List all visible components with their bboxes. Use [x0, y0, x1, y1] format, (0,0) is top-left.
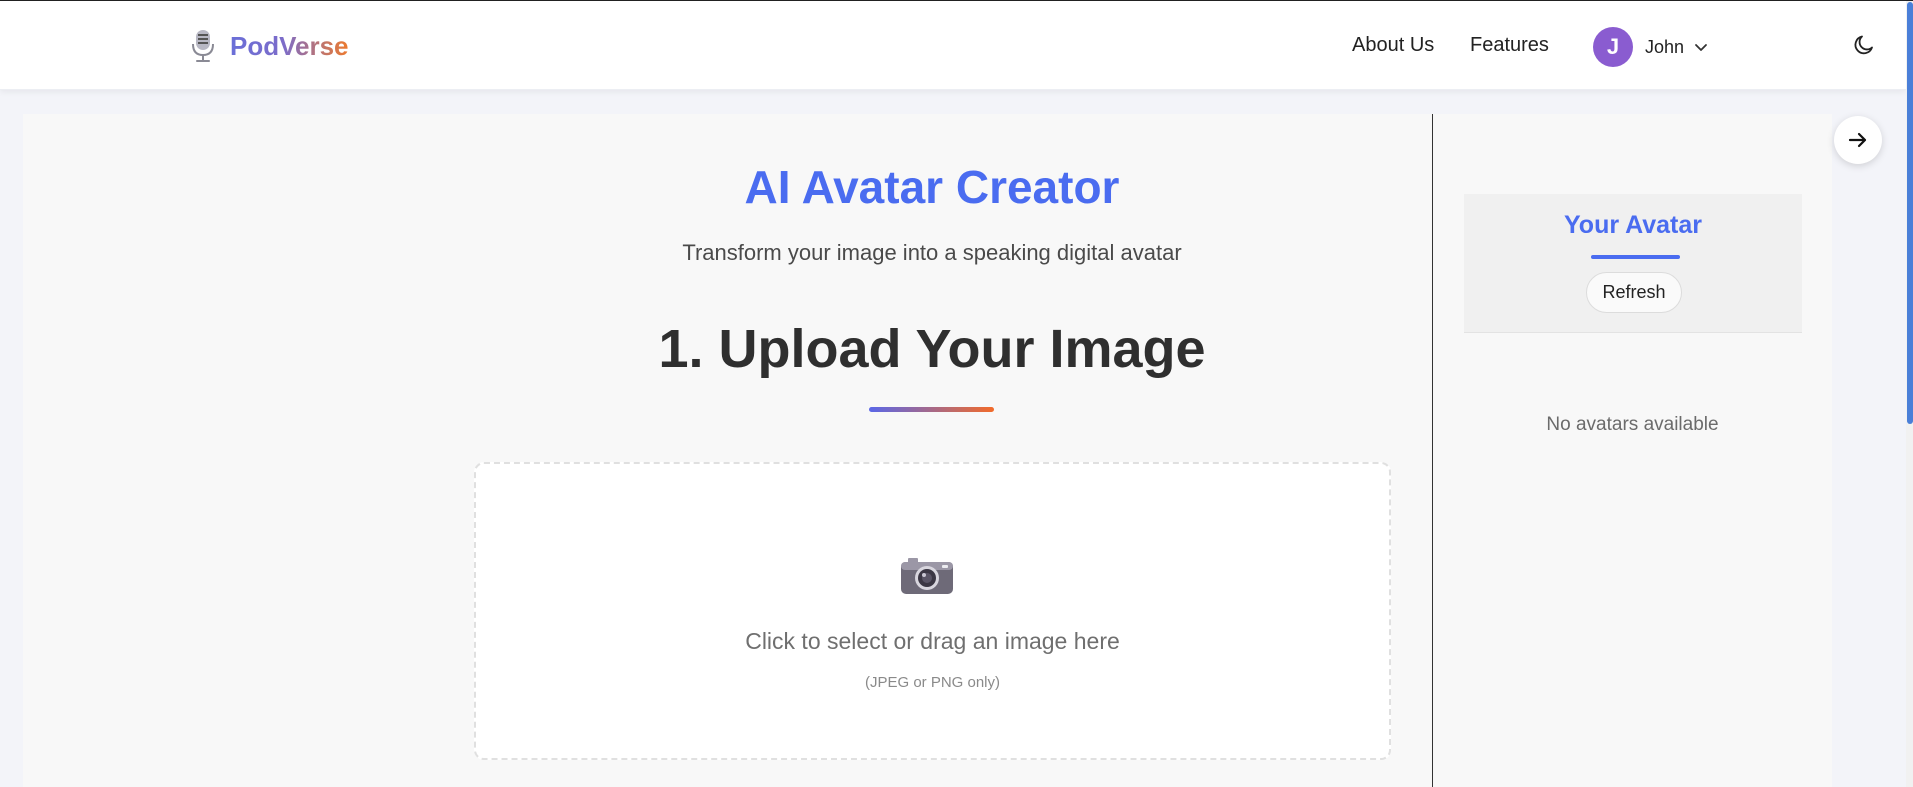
user-menu[interactable]: J John	[1593, 27, 1708, 67]
step-title: 1. Upload Your Image	[658, 319, 1206, 379]
sidebar-header-card: Your Avatar Refresh	[1464, 194, 1802, 333]
moon-icon[interactable]	[1852, 33, 1876, 57]
microphone-icon	[192, 30, 214, 62]
empty-state-message: No avatars available	[1546, 414, 1719, 435]
sidebar-title: Your Avatar	[1563, 211, 1702, 239]
scrollbar-thumb[interactable]	[1907, 2, 1913, 424]
dropzone-text: Click to select or drag an image here	[745, 628, 1120, 654]
step-underline	[869, 407, 994, 412]
user-name: John	[1645, 36, 1685, 57]
avatar: J	[1593, 27, 1633, 67]
image-dropzone[interactable]: Click to select or drag an image here (J…	[474, 462, 1391, 760]
refresh-button[interactable]: Refresh	[1586, 272, 1682, 313]
page-title: AI Avatar Creator	[744, 161, 1120, 213]
chevron-down-icon	[1695, 44, 1707, 51]
collapse-sidebar-button[interactable]	[1834, 116, 1882, 164]
nav-features[interactable]: Features	[1470, 34, 1549, 57]
nav-about-us[interactable]: About Us	[1352, 34, 1434, 57]
brand-logo[interactable]: PodVerse	[190, 29, 349, 63]
brand-name: PodVerse	[230, 30, 349, 61]
top-navbar: PodVerse About Us Features J John	[0, 1, 1906, 90]
arrow-right-icon	[1848, 132, 1867, 148]
dropzone-hint: (JPEG or PNG only)	[864, 674, 1001, 691]
camera-icon	[901, 558, 953, 594]
page-subtitle: Transform your image into a speaking dig…	[682, 240, 1182, 265]
sidebar-title-underline	[1591, 255, 1680, 259]
avatar-sidebar: Your Avatar Refresh No avatars available	[1433, 114, 1832, 787]
